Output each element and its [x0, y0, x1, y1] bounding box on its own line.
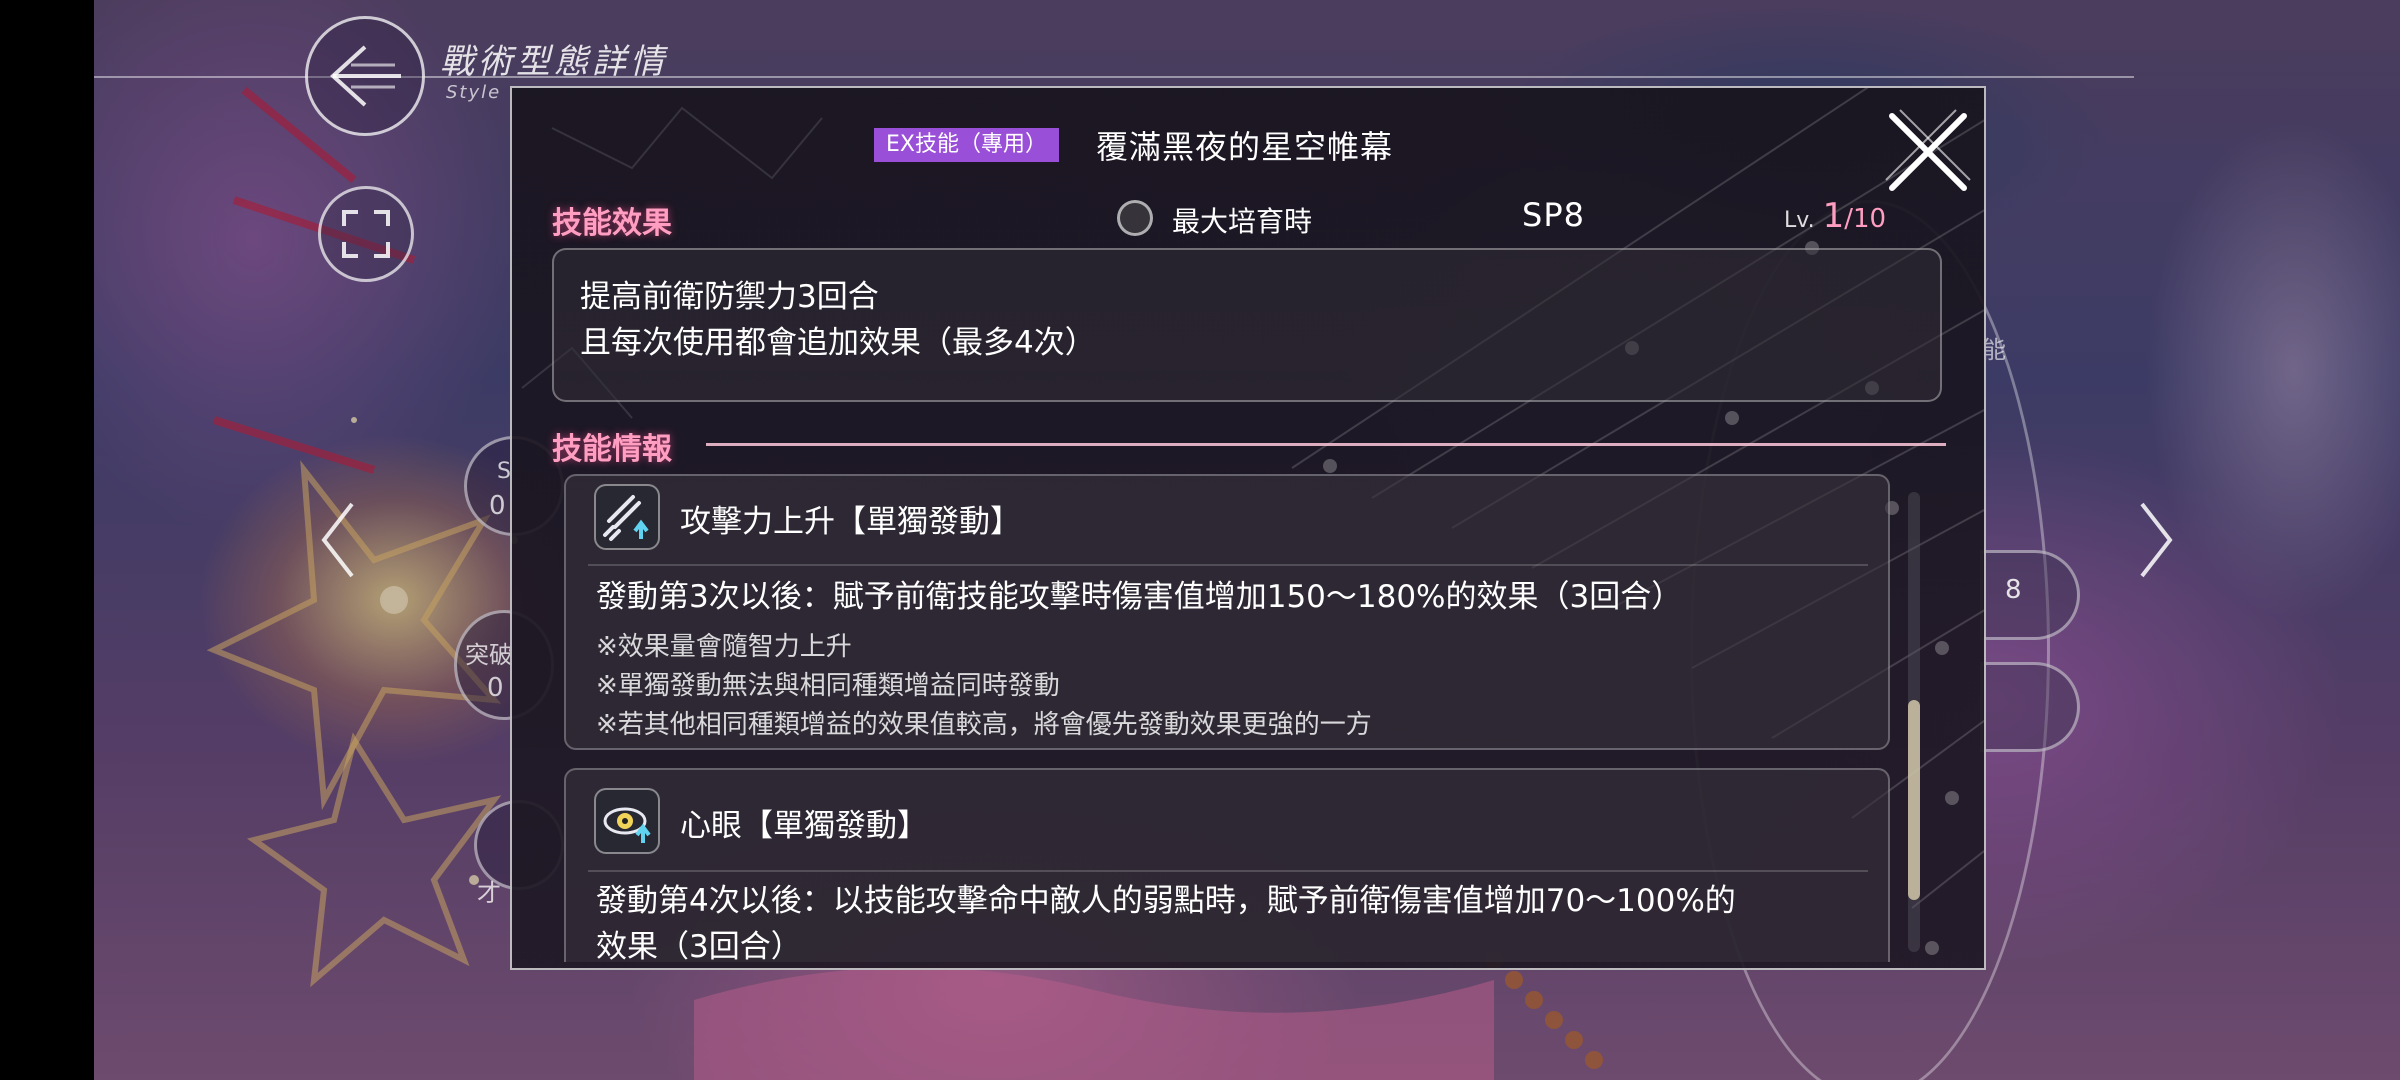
effect-line: 且每次使用都會追加效果（最多4次） [580, 325, 1096, 361]
fullscreen-icon [342, 210, 390, 258]
card-title: 心眼【單獨發動】 [680, 808, 928, 844]
sp-cost: SP8 [1522, 196, 1585, 234]
skill-info-list[interactable]: 攻擊力上升【單獨發動】 發動第3次以後：賦予前衛技能攻擊時傷害值增加150～18… [562, 472, 1900, 962]
skill-info-card: 攻擊力上升【單獨發動】 發動第3次以後：賦予前衛技能攻擊時傷害值增加150～18… [564, 474, 1890, 750]
card-divider [588, 564, 1868, 566]
skill-effect-box: 提高前衛防禦力3回合 且每次使用都會追加效果（最多4次） [552, 248, 1942, 402]
fullscreen-button[interactable] [318, 186, 414, 282]
skill-info-card: 心眼【單獨發動】 發動第4次以後：以技能攻擊命中敵人的弱點時，賦予前衛傷害值增加… [564, 768, 1890, 962]
side-pill [1980, 662, 2080, 752]
side-pill-value: 8 [1980, 550, 2080, 640]
next-arrow-icon[interactable] [2138, 500, 2174, 580]
card-note: ※單獨發動無法與相同種類增益同時發動 [596, 671, 1060, 701]
card-divider [588, 870, 1868, 872]
card-title: 攻擊力上升【單獨發動】 [680, 504, 1021, 540]
eye-up-icon [594, 788, 660, 854]
skill-type-tag: EX技能（專用） [874, 128, 1059, 162]
back-button[interactable] [305, 16, 425, 136]
card-description: 發動第3次以後：賦予前衛技能攻擊時傷害值增加150～180%的效果（3回合） [596, 579, 1683, 615]
previous-arrow-icon[interactable] [320, 500, 356, 580]
level-current: 1 [1822, 196, 1845, 236]
max-training-label: 最大培育時 [1172, 205, 1313, 238]
skill-name: 覆滿黑夜的星空帷幕 [1096, 128, 1394, 166]
skill-level: Lv. 1/10 [1784, 196, 1886, 236]
card-note: ※若其他相同種類增益的效果值較高，將會優先發動效果更強的一方 [596, 710, 1372, 740]
effect-line: 提高前衛防禦力3回合 [580, 279, 879, 315]
scrollbar-thumb[interactable] [1908, 700, 1920, 900]
card-description: 發動第4次以後：以技能攻擊命中敵人的弱點時，賦予前衛傷害值增加70～100%的 … [596, 878, 1876, 962]
max-training-radio[interactable] [1117, 200, 1153, 236]
page-title: 戰術型態詳情 [440, 42, 668, 82]
card-note: ※效果量會隨智力上升 [596, 632, 852, 662]
back-arrow-icon [330, 45, 401, 107]
page-subtitle: Style [446, 82, 502, 103]
info-section-title: 技能情報 [552, 432, 672, 467]
card-description-line: 發動第4次以後：以技能攻擊命中敵人的弱點時，賦予前衛傷害值增加70～100%的 [596, 883, 1736, 919]
level-label: Lv. [1784, 208, 1815, 233]
close-icon[interactable] [1880, 104, 1976, 200]
info-section-divider [706, 443, 1946, 446]
card-description-line: 效果（3回合） [596, 929, 802, 962]
sword-up-icon [594, 484, 660, 550]
effect-section-title: 技能效果 [552, 206, 672, 241]
level-max: /10 [1844, 204, 1887, 234]
